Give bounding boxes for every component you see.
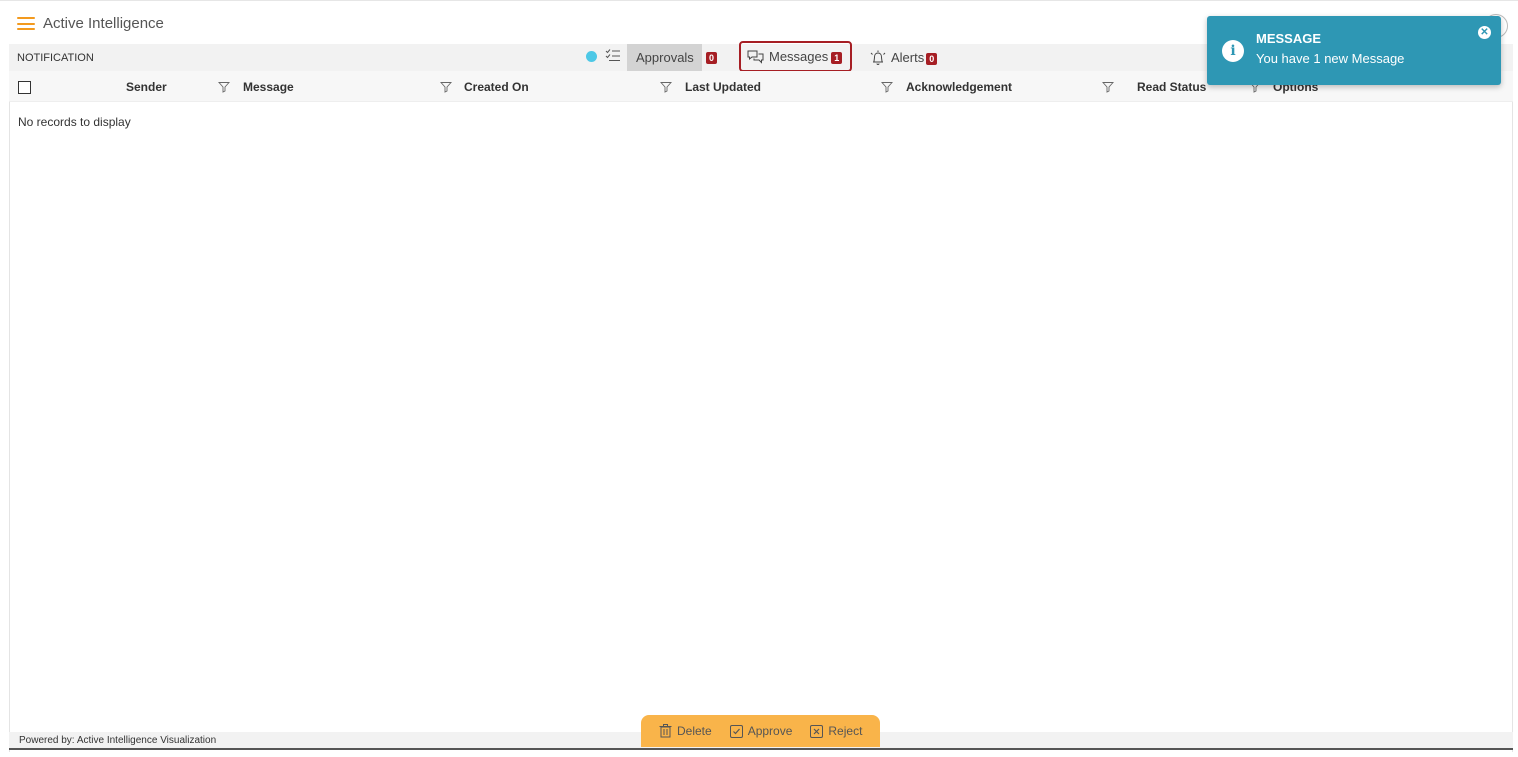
filter-icon[interactable]	[660, 81, 672, 93]
x-square-icon	[810, 724, 824, 738]
check-square-icon	[729, 724, 743, 738]
column-header-read-status[interactable]: Read Status	[1137, 80, 1206, 94]
reject-button[interactable]: Reject	[810, 724, 862, 738]
empty-table-message: No records to display	[18, 115, 131, 129]
reject-label: Reject	[828, 724, 863, 738]
filter-icon[interactable]	[218, 81, 230, 93]
toast-title: MESSAGE	[1256, 31, 1322, 46]
filter-icon[interactable]	[440, 81, 452, 93]
messages-count-badge: 1	[831, 51, 843, 64]
info-icon: i	[1222, 40, 1244, 62]
column-header-sender[interactable]: Sender	[126, 80, 167, 94]
content-frame	[9, 44, 1513, 752]
column-header-message[interactable]: Message	[243, 80, 294, 94]
approvals-count-badge: 0	[706, 52, 718, 64]
message-toast[interactable]: i MESSAGE You have 1 new Message ✕	[1207, 16, 1501, 85]
tab-alerts-label: Alerts	[891, 50, 925, 65]
tab-approvals[interactable]: Approvals	[627, 44, 702, 71]
checklist-icon[interactable]	[605, 48, 621, 62]
chat-bubbles-icon	[747, 50, 764, 64]
approve-button[interactable]: Approve	[729, 724, 793, 738]
filter-icon[interactable]	[1102, 81, 1114, 93]
column-header-last-updated[interactable]: Last Updated	[685, 80, 761, 94]
column-header-acknowledgement[interactable]: Acknowledgement	[906, 80, 1012, 94]
bulk-action-bar: Delete Approve Reject	[641, 715, 880, 747]
app-title: Active Intelligence	[43, 15, 164, 32]
select-all-checkbox[interactable]	[18, 81, 31, 94]
column-header-created-on[interactable]: Created On	[464, 80, 529, 94]
powered-by-text: Powered by: Active Intelligence Visualiz…	[19, 735, 217, 746]
status-dot	[586, 51, 597, 62]
tab-alerts[interactable]: Alerts 0	[869, 44, 949, 71]
alerts-count-badge: 0	[926, 52, 938, 65]
trash-icon	[659, 724, 672, 738]
toast-text: You have 1 new Message	[1256, 51, 1405, 66]
bell-icon	[870, 50, 886, 65]
delete-label: Delete	[677, 724, 712, 738]
tab-approvals-label: Approvals	[636, 50, 694, 65]
section-label: NOTIFICATION	[17, 52, 94, 64]
tab-messages[interactable]: Messages 1	[739, 41, 852, 72]
approve-label: Approve	[747, 724, 793, 738]
hamburger-menu-icon[interactable]	[17, 17, 35, 30]
tab-messages-label: Messages	[769, 49, 829, 64]
close-icon[interactable]: ✕	[1478, 26, 1491, 39]
filter-icon[interactable]	[881, 81, 893, 93]
delete-button[interactable]: Delete	[659, 724, 712, 738]
